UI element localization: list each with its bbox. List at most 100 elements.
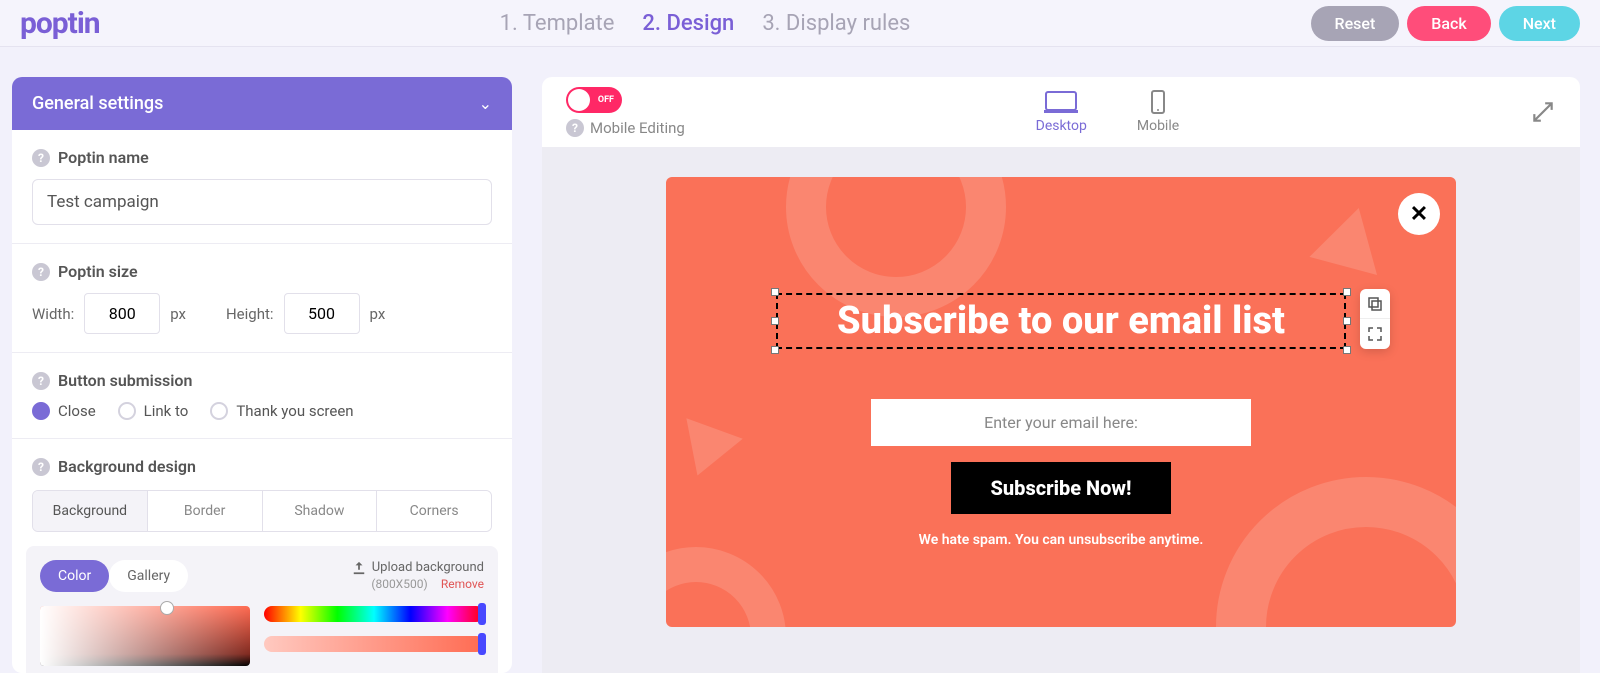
- width-label: Width:: [32, 305, 74, 323]
- reset-button[interactable]: Reset: [1311, 6, 1400, 41]
- popup-submit-button[interactable]: Subscribe Now!: [951, 462, 1172, 514]
- top-buttons: Reset Back Next: [1311, 6, 1581, 41]
- chevron-down-icon: ⌄: [479, 94, 492, 113]
- desktop-icon: [1044, 90, 1078, 114]
- tab-border[interactable]: Border: [147, 491, 262, 531]
- mobile-editing-toggle[interactable]: OFF: [566, 87, 622, 113]
- radio-close-label: Close: [58, 402, 96, 420]
- popup-title-selection[interactable]: Subscribe to our email list: [776, 293, 1346, 349]
- radio-thankyou-label: Thank you screen: [236, 402, 353, 420]
- bg-design-tabs: Background Border Shadow Corners: [32, 490, 492, 532]
- canvas-toolbar: OFF ? Mobile Editing Desktop Mobile: [542, 77, 1580, 147]
- selection-handle[interactable]: [1343, 317, 1351, 325]
- saturation-value-picker[interactable]: [40, 606, 250, 666]
- popup-disclaimer: We hate spam. You can unsubscribe anytim…: [919, 532, 1204, 548]
- upload-dimensions: (800X500): [371, 577, 427, 591]
- alpha-slider-thumb[interactable]: [478, 633, 486, 655]
- height-label: Height:: [226, 305, 274, 323]
- logo: poptin: [20, 6, 100, 41]
- step-template[interactable]: 1. Template: [500, 11, 615, 36]
- poptin-name-label: Poptin name: [58, 148, 149, 167]
- pill-gallery[interactable]: Gallery: [109, 560, 188, 592]
- duplicate-tool[interactable]: [1360, 289, 1390, 319]
- tab-corners[interactable]: Corners: [376, 491, 491, 531]
- height-input[interactable]: [284, 293, 360, 334]
- selection-handle[interactable]: [771, 288, 779, 296]
- radio-dot-icon: [32, 402, 50, 420]
- step-design[interactable]: 2. Design: [642, 11, 734, 36]
- selection-handle[interactable]: [1343, 288, 1351, 296]
- move-tool[interactable]: [1360, 319, 1390, 349]
- step-display-rules[interactable]: 3. Display rules: [762, 11, 910, 36]
- canvas-stage[interactable]: ✕ Subscribe to our email list: [542, 147, 1580, 673]
- accordion-title: General settings: [32, 93, 163, 114]
- poptin-name-input[interactable]: [32, 179, 492, 225]
- expand-icon: [1368, 327, 1382, 341]
- background-color-panel: Color Gallery Upload background (800X500…: [26, 546, 498, 673]
- radio-linkto-label: Link to: [144, 402, 189, 420]
- radio-dot-icon: [210, 402, 228, 420]
- section-poptin-size: ? Poptin size Width: px Height: px: [12, 244, 512, 353]
- bg-shape-triangle: [1309, 199, 1392, 275]
- next-button[interactable]: Next: [1499, 6, 1580, 41]
- alpha-slider[interactable]: [264, 636, 484, 652]
- bg-shape-circle: [666, 547, 786, 627]
- top-bar: poptin 1. Template 2. Design 3. Display …: [0, 0, 1600, 47]
- upload-label: Upload background: [372, 560, 484, 575]
- popup-close-button[interactable]: ✕: [1398, 193, 1440, 235]
- popup-preview[interactable]: ✕ Subscribe to our email list: [666, 177, 1456, 627]
- width-input[interactable]: [84, 293, 160, 334]
- hue-slider-thumb[interactable]: [478, 603, 486, 625]
- pill-color[interactable]: Color: [40, 560, 109, 592]
- popup-title[interactable]: Subscribe to our email list: [776, 293, 1346, 349]
- radio-dot-icon: [118, 402, 136, 420]
- help-icon[interactable]: ?: [566, 119, 584, 137]
- help-icon[interactable]: ?: [32, 372, 50, 390]
- mobile-editing-label: Mobile Editing: [590, 119, 685, 137]
- mobile-editing-group: OFF ? Mobile Editing: [566, 87, 685, 137]
- background-design-label: Background design: [58, 457, 196, 476]
- help-icon[interactable]: ?: [32, 458, 50, 476]
- radio-close[interactable]: Close: [32, 402, 96, 420]
- main-area: General settings ⌄ ? Poptin name ? Popti…: [0, 47, 1600, 673]
- mobile-label: Mobile: [1137, 118, 1179, 134]
- poptin-size-label: Poptin size: [58, 262, 138, 281]
- section-poptin-name: ? Poptin name: [12, 130, 512, 244]
- remove-background-button[interactable]: Remove: [441, 577, 484, 591]
- radio-link-to[interactable]: Link to: [118, 402, 189, 420]
- design-canvas: OFF ? Mobile Editing Desktop Mobile: [542, 77, 1580, 673]
- device-tabs: Desktop Mobile: [685, 90, 1530, 134]
- selection-handle[interactable]: [771, 346, 779, 354]
- popup-email-input[interactable]: Enter your email here:: [871, 399, 1251, 446]
- upload-background-button[interactable]: Upload background: [352, 560, 484, 575]
- device-tab-mobile[interactable]: Mobile: [1137, 90, 1179, 134]
- close-icon: ✕: [1410, 202, 1428, 227]
- selection-handle[interactable]: [771, 317, 779, 325]
- desktop-label: Desktop: [1036, 118, 1087, 134]
- back-button[interactable]: Back: [1407, 6, 1490, 41]
- fullscreen-icon[interactable]: [1530, 99, 1556, 125]
- upload-background-block: Upload background (800X500) Remove: [352, 560, 484, 592]
- accordion-general-settings[interactable]: General settings ⌄: [12, 77, 512, 130]
- copy-icon: [1368, 297, 1382, 311]
- selection-handle[interactable]: [1343, 346, 1351, 354]
- bg-shape-circle: [1216, 477, 1456, 627]
- width-unit: px: [170, 305, 186, 323]
- bg-shape-triangle: [669, 418, 742, 486]
- section-button-submission: ? Button submission Close Link to Thank …: [12, 353, 512, 439]
- height-unit: px: [370, 305, 386, 323]
- radio-thank-you[interactable]: Thank you screen: [210, 402, 353, 420]
- color-picker: [40, 606, 484, 666]
- toggle-knob: [568, 89, 590, 111]
- tab-shadow[interactable]: Shadow: [262, 491, 377, 531]
- sv-picker-handle[interactable]: [160, 601, 174, 615]
- device-tab-desktop[interactable]: Desktop: [1036, 90, 1087, 134]
- tab-background[interactable]: Background: [33, 491, 147, 531]
- color-gallery-toggle: Color Gallery: [40, 560, 188, 592]
- section-background-design: ? Background design Background Border Sh…: [12, 439, 512, 532]
- help-icon[interactable]: ?: [32, 263, 50, 281]
- hue-slider[interactable]: [264, 606, 484, 622]
- help-icon[interactable]: ?: [32, 149, 50, 167]
- wizard-steps: 1. Template 2. Design 3. Display rules: [100, 11, 1311, 36]
- settings-sidebar: General settings ⌄ ? Poptin name ? Popti…: [12, 77, 512, 673]
